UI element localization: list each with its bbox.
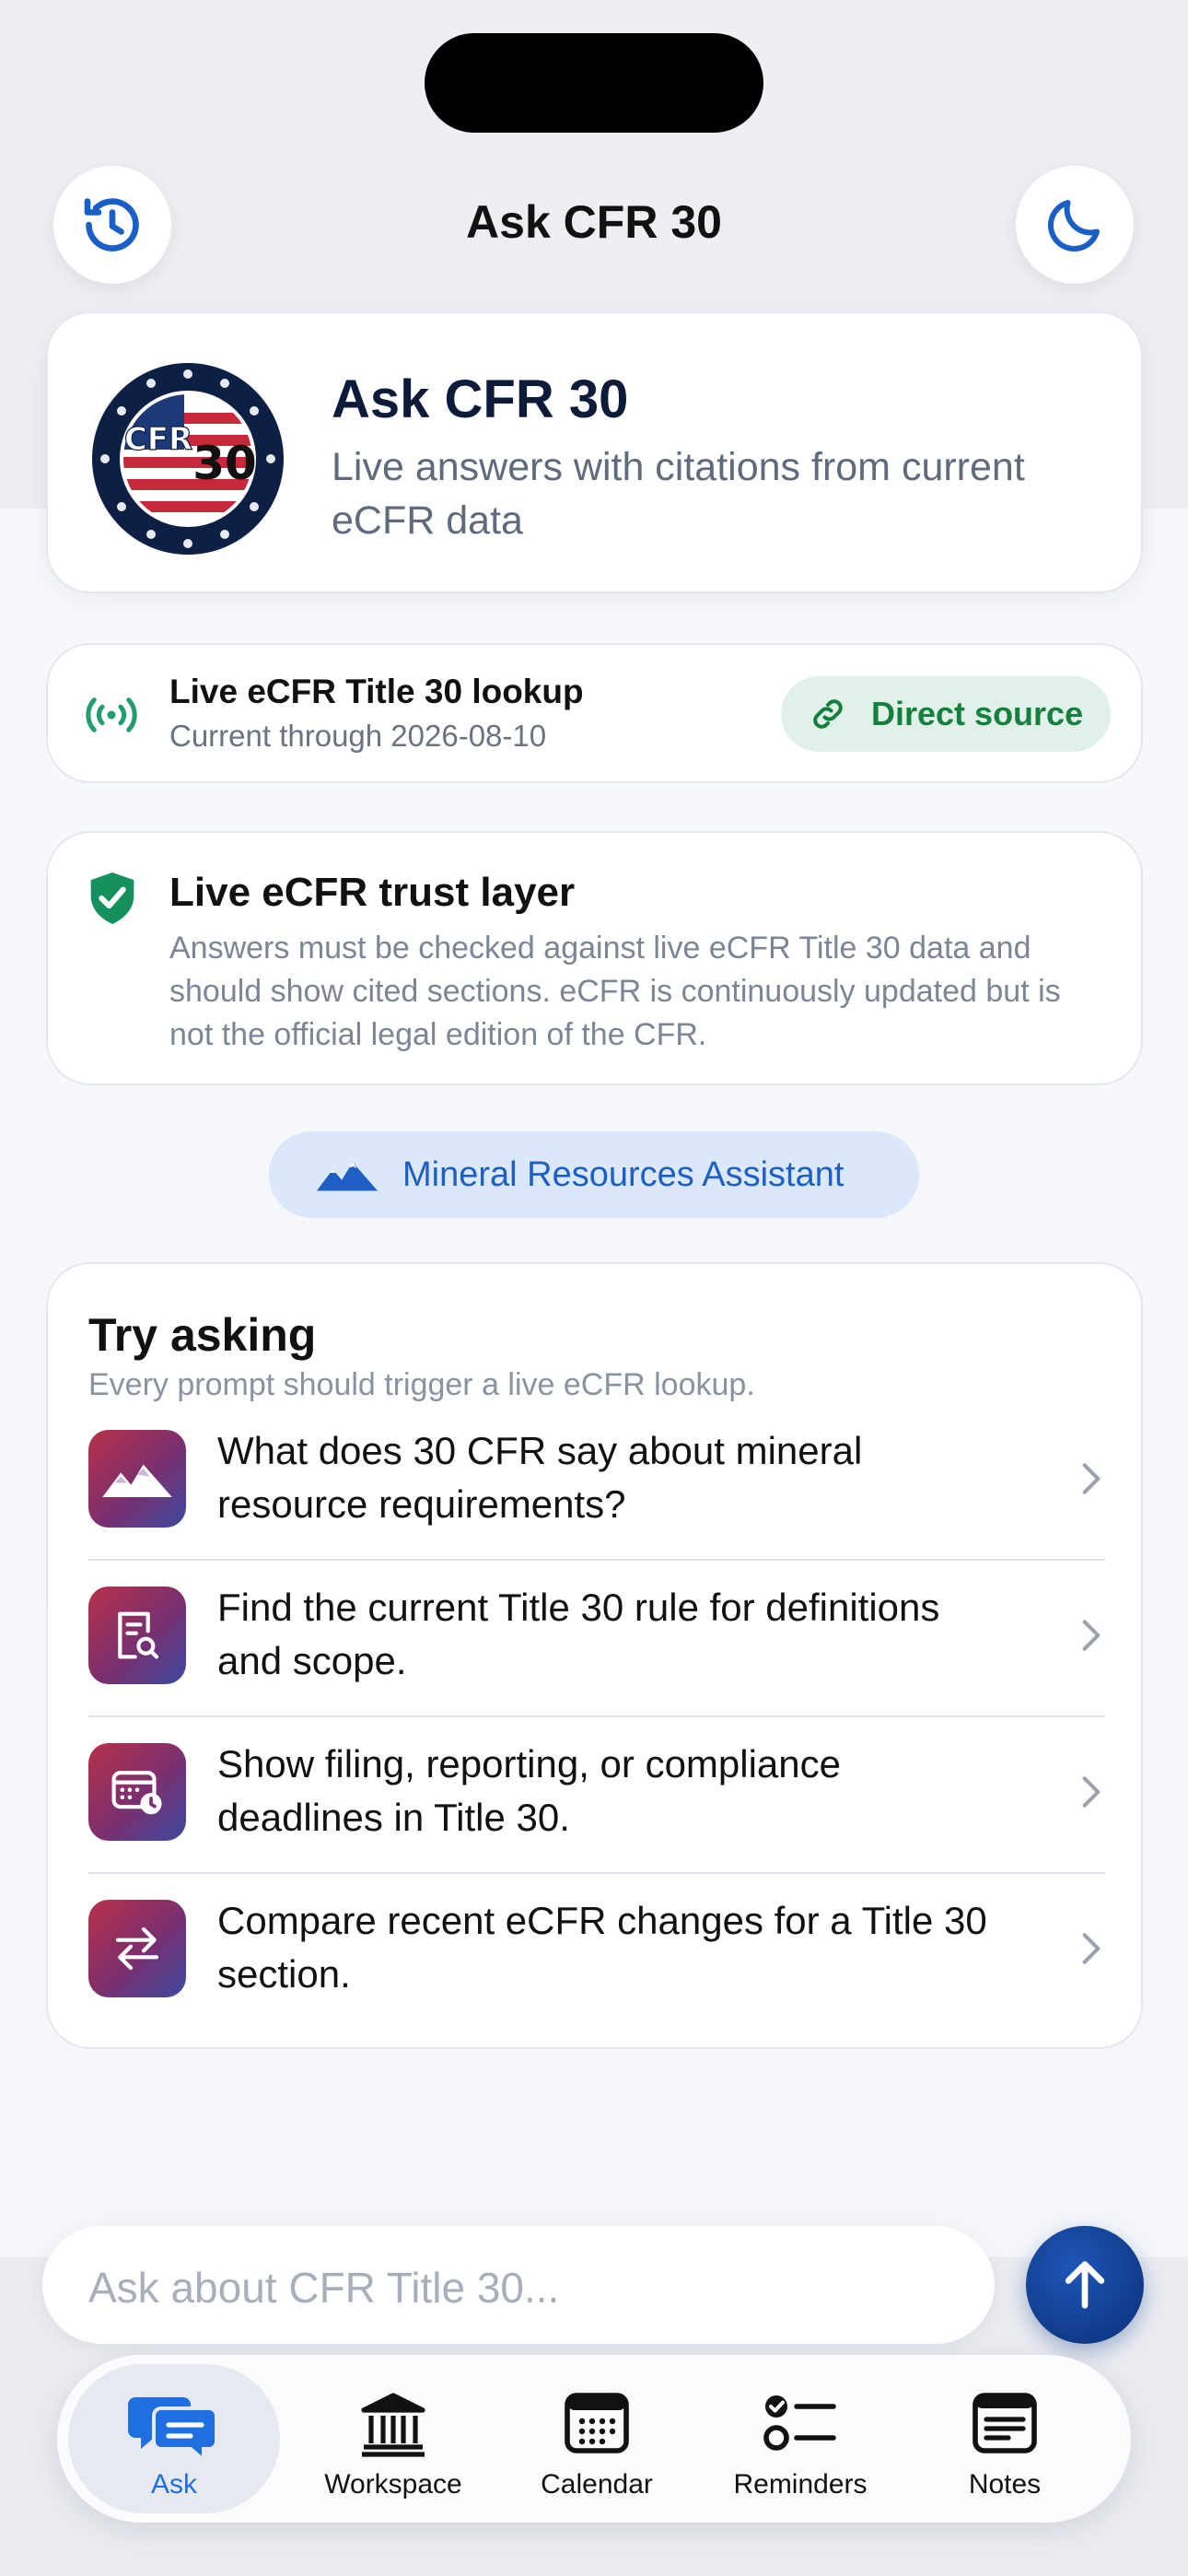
hero-title: Ask CFR 30 <box>332 369 629 429</box>
mountains-icon <box>316 1162 379 1191</box>
chevron-right-icon <box>1082 1620 1101 1651</box>
prompt-suggestion[interactable]: Show filing, reporting, or compliance de… <box>88 1717 1105 1874</box>
svg-text:CFR: CFR <box>124 421 192 458</box>
prompt-text: Find the current Title 30 rule for defin… <box>217 1586 940 1682</box>
question-input-placeholder: Ask about CFR Title 30... <box>88 2264 560 2312</box>
tab-bar: Ask Workspace Calendar Reminders Notes <box>57 2355 1131 2523</box>
calendar-clock-icon <box>88 1743 186 1841</box>
arrow-up-icon <box>1065 2261 1105 2309</box>
hero-card: CFR 30 Ask CFR 30 Live answers with cita… <box>46 311 1143 593</box>
chat-bubbles-icon <box>128 2397 218 2464</box>
prompt-text: What does 30 CFR say about mineral resou… <box>217 1429 863 1526</box>
moon-icon <box>1047 200 1100 252</box>
compare-arrows-icon <box>88 1900 186 1997</box>
try-asking-title: Try asking <box>88 1309 317 1361</box>
lookup-status-card: Live eCFR Title 30 lookup Current throug… <box>46 643 1143 783</box>
prompt-text: Show filing, reporting, or compliance de… <box>217 1742 842 1839</box>
trust-layer-card: Live eCFR trust layer Answers must be ch… <box>46 831 1143 1085</box>
chevron-right-icon <box>1082 1933 1101 1964</box>
page-title: Ask CFR 30 <box>466 196 722 248</box>
tab-label: Workspace <box>324 2469 462 2500</box>
trust-body: Answers must be checked against live eCF… <box>169 931 1061 1052</box>
tab-label: Reminders <box>733 2469 868 2500</box>
broadcast-icon <box>86 697 137 732</box>
tab-label: Ask <box>150 2469 197 2500</box>
tab-notes[interactable]: Notes <box>899 2364 1111 2513</box>
tab-label: Notes <box>968 2469 1042 2500</box>
tab-label: Calendar <box>541 2469 653 2500</box>
shield-check-icon <box>90 872 134 924</box>
notes-icon <box>973 2393 1037 2453</box>
prompt-text: Compare recent eCFR changes for a Title … <box>217 1899 987 1996</box>
assistant-mode-badge[interactable]: Mineral Resources Assistant <box>269 1131 919 1218</box>
assistant-label: Mineral Resources Assistant <box>402 1155 844 1194</box>
svg-text:30: 30 <box>192 437 257 490</box>
document-search-icon <box>88 1587 186 1684</box>
hero-subtitle: Live answers with citations from current… <box>332 445 1025 543</box>
checklist-icon <box>763 2395 836 2451</box>
link-icon <box>813 699 843 729</box>
direct-source-button[interactable]: Direct source <box>781 676 1111 752</box>
tab-reminders[interactable]: Reminders <box>694 2364 906 2513</box>
columns-building-icon <box>361 2393 425 2457</box>
try-asking-card: Try asking Every prompt should trigger a… <box>46 1262 1143 2049</box>
prompt-suggestion[interactable]: Find the current Title 30 rule for defin… <box>88 1561 1105 1717</box>
dynamic-island <box>425 33 763 133</box>
direct-source-label: Direct source <box>871 695 1084 732</box>
chevron-right-icon <box>1082 1463 1101 1494</box>
trust-title: Live eCFR trust layer <box>169 870 576 915</box>
calendar-icon <box>565 2393 629 2453</box>
chevron-right-icon <box>1082 1776 1101 1808</box>
tab-workspace[interactable]: Workspace <box>287 2364 499 2513</box>
lookup-date: Current through 2026-08-10 <box>169 719 547 753</box>
dark-mode-button[interactable] <box>1016 166 1134 284</box>
mountains-icon <box>88 1430 186 1528</box>
tab-ask[interactable]: Ask <box>68 2364 280 2513</box>
cfr-seal-logo: CFR 30 <box>88 359 287 558</box>
send-button[interactable] <box>1026 2226 1144 2344</box>
question-input[interactable]: Ask about CFR Title 30... <box>42 2226 995 2344</box>
try-asking-subtitle: Every prompt should trigger a live eCFR … <box>88 1367 755 1402</box>
lookup-title: Live eCFR Title 30 lookup <box>169 673 584 710</box>
prompt-suggestion[interactable]: Compare recent eCFR changes for a Title … <box>88 1874 1105 2031</box>
prompt-suggestion[interactable]: What does 30 CFR say about mineral resou… <box>88 1404 1105 1561</box>
tab-calendar[interactable]: Calendar <box>491 2364 703 2513</box>
